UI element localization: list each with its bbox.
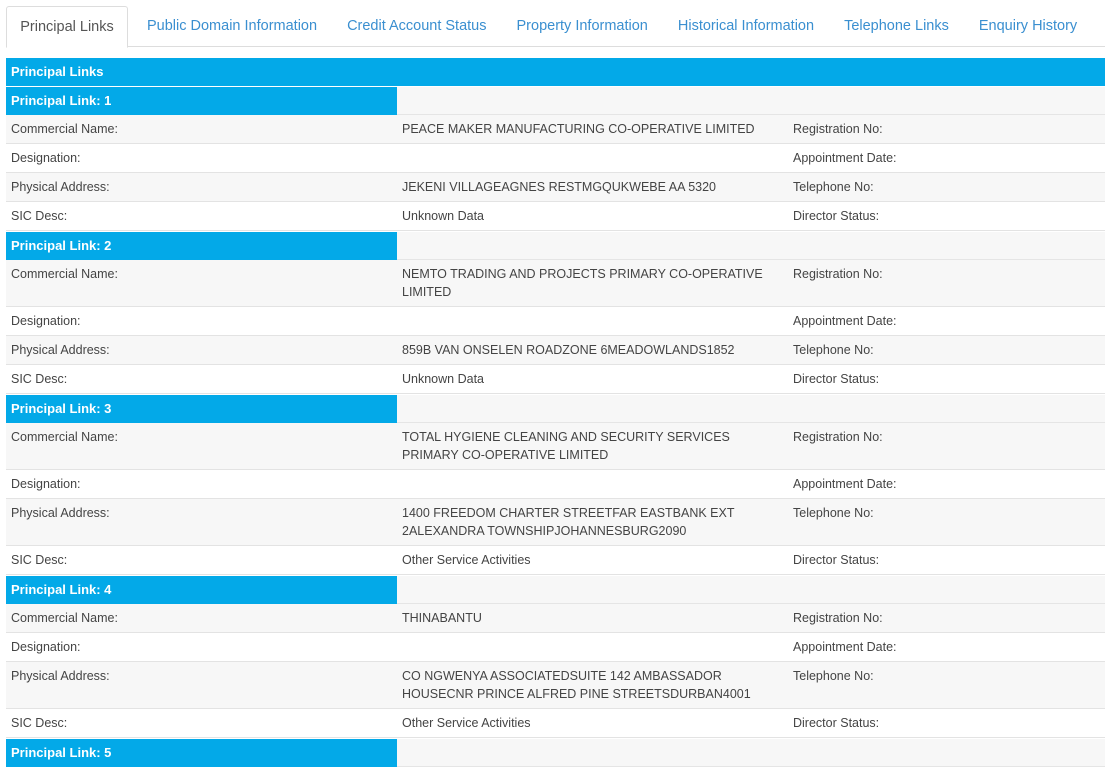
- physical-address-label: Physical Address:: [11, 180, 110, 194]
- detail-row: SIC Desc: Other Service Activities Directo…: [6, 709, 1105, 738]
- principal-link-title: Principal Link: 1: [6, 87, 397, 115]
- tab-enquiry-history[interactable]: Enquiry History: [964, 6, 1092, 47]
- section-title: Principal Links: [6, 58, 1105, 86]
- telephone-no-label: Telephone No:: [793, 343, 874, 357]
- detail-row: Physical Address: JEKENI VILLAGEAGNES RES…: [6, 173, 1105, 202]
- principal-link-header-fill: [397, 87, 1105, 115]
- tab-principal-links[interactable]: Principal Links: [6, 6, 128, 48]
- detail-row: Designation: Appointment Date:: [6, 633, 1105, 662]
- registration-no-label: Registration No:: [793, 267, 883, 281]
- tab-bar: Principal Links Public Domain Information…: [6, 6, 1105, 48]
- detail-row: Commercial Name: TOTAL HYGIENE CLEANING A…: [6, 423, 1105, 470]
- commercial-name-label: Commercial Name:: [11, 430, 118, 444]
- commercial-name-label: Commercial Name:: [11, 122, 118, 136]
- appointment-date-label: Appointment Date:: [793, 314, 897, 328]
- designation-value: [397, 142, 788, 172]
- designation-value: [397, 631, 788, 661]
- detail-row: Designation: Appointment Date:: [6, 144, 1105, 173]
- principal-link-title: Principal Link: 2: [6, 232, 397, 260]
- director-status-label: Director Status:: [793, 716, 880, 730]
- commercial-name-label: Commercial Name:: [11, 267, 118, 281]
- principal-link-title: Principal Link: 4: [6, 576, 397, 604]
- director-status-label: Director Status:: [793, 372, 880, 386]
- telephone-no-label: Telephone No:: [793, 506, 874, 520]
- principal-link-header-fill: [397, 232, 1105, 260]
- detail-row: Designation: Appointment Date:: [6, 307, 1105, 336]
- principal-link-header: Principal Link: 3: [6, 394, 1105, 423]
- sic-desc-label: SIC Desc:: [11, 209, 68, 223]
- detail-row: Commercial Name: NEMTO TRADING AND PROJEC…: [6, 260, 1105, 307]
- physical-address-value: CO NGWENYA ASSOCIATEDSUITE 142 AMBASSADO…: [402, 669, 751, 701]
- physical-address-label: Physical Address:: [11, 669, 110, 683]
- detail-row: Designation: Appointment Date:: [6, 470, 1105, 499]
- principal-links-panel: Principal Links Principal Link: 1 Commerc…: [6, 58, 1105, 767]
- designation-label: Designation:: [11, 640, 81, 654]
- tab-property-information[interactable]: Property Information: [502, 6, 663, 47]
- physical-address-value: JEKENI VILLAGEAGNES RESTMGQUKWEBE AA 532…: [402, 180, 717, 194]
- designation-value: [397, 305, 788, 335]
- commercial-name-value: NEMTO TRADING AND PROJECTS PRIMARY CO-OP…: [402, 267, 763, 299]
- tab-historical-information[interactable]: Historical Information: [663, 6, 829, 47]
- sic-desc-value: Other Service Activities: [402, 553, 531, 567]
- sic-desc-value: Unknown Data: [402, 372, 484, 386]
- sic-desc-label: SIC Desc:: [11, 553, 68, 567]
- tab-telephone-links[interactable]: Telephone Links: [829, 6, 964, 47]
- principal-links-list: Principal Link: 1 Commercial Name: PEACE M…: [6, 86, 1105, 767]
- principal-link-header: Principal Link: 1: [6, 86, 1105, 115]
- sic-desc-value: Unknown Data: [402, 209, 484, 223]
- detail-row: Physical Address: CO NGWENYA ASSOCIATEDSU…: [6, 662, 1105, 709]
- commercial-name-label: Commercial Name:: [11, 611, 118, 625]
- sic-desc-value: Other Service Activities: [402, 716, 531, 730]
- registration-no-label: Registration No:: [793, 430, 883, 444]
- detail-row: Commercial Name: PEACE MAKER MANUFACTURIN…: [6, 115, 1105, 144]
- appointment-date-label: Appointment Date:: [793, 640, 897, 654]
- detail-row: Commercial Name: THINABANTU Registration N…: [6, 604, 1105, 633]
- physical-address-label: Physical Address:: [11, 343, 110, 357]
- designation-label: Designation:: [11, 151, 81, 165]
- principal-link-header: Principal Link: 4: [6, 575, 1105, 604]
- physical-address-value: 859B VAN ONSELEN ROADZONE 6MEADOWLANDS18…: [402, 343, 735, 357]
- detail-row: Physical Address: 1400 FREEDOM CHARTER ST…: [6, 499, 1105, 546]
- designation-value: [397, 468, 788, 498]
- principal-link-header-fill: [397, 739, 1105, 767]
- sic-desc-label: SIC Desc:: [11, 716, 68, 730]
- designation-label: Designation:: [11, 477, 81, 491]
- registration-no-label: Registration No:: [793, 611, 883, 625]
- detail-row: SIC Desc: Unknown Data Director Status:: [6, 365, 1105, 394]
- detail-row: SIC Desc: Unknown Data Director Status:: [6, 202, 1105, 231]
- appointment-date-label: Appointment Date:: [793, 477, 897, 491]
- principal-link-header-fill: [397, 395, 1105, 423]
- director-status-label: Director Status:: [793, 209, 880, 223]
- tab-credit-account-status[interactable]: Credit Account Status: [332, 6, 501, 47]
- principal-link-title: Principal Link: 5: [6, 739, 397, 767]
- principal-link-title: Principal Link: 3: [6, 395, 397, 423]
- commercial-name-value: THINABANTU: [402, 611, 482, 625]
- commercial-name-value: TOTAL HYGIENE CLEANING AND SECURITY SERV…: [402, 430, 730, 462]
- principal-link-header: Principal Link: 5: [6, 738, 1105, 767]
- principal-link-header-fill: [397, 576, 1105, 604]
- director-status-label: Director Status:: [793, 553, 880, 567]
- sic-desc-label: SIC Desc:: [11, 372, 68, 386]
- designation-label: Designation:: [11, 314, 81, 328]
- detail-row: SIC Desc: Other Service Activities Directo…: [6, 546, 1105, 575]
- tab-public-domain-information[interactable]: Public Domain Information: [132, 6, 332, 47]
- physical-address-label: Physical Address:: [11, 506, 110, 520]
- registration-no-label: Registration No:: [793, 122, 883, 136]
- appointment-date-label: Appointment Date:: [793, 151, 897, 165]
- detail-row: Physical Address: 859B VAN ONSELEN ROADZO…: [6, 336, 1105, 365]
- physical-address-value: 1400 FREEDOM CHARTER STREETFAR EASTBANK …: [402, 506, 735, 538]
- telephone-no-label: Telephone No:: [793, 180, 874, 194]
- commercial-name-value: PEACE MAKER MANUFACTURING CO-OPERATIVE L…: [402, 122, 755, 136]
- telephone-no-label: Telephone No:: [793, 669, 874, 683]
- principal-link-header: Principal Link: 2: [6, 231, 1105, 260]
